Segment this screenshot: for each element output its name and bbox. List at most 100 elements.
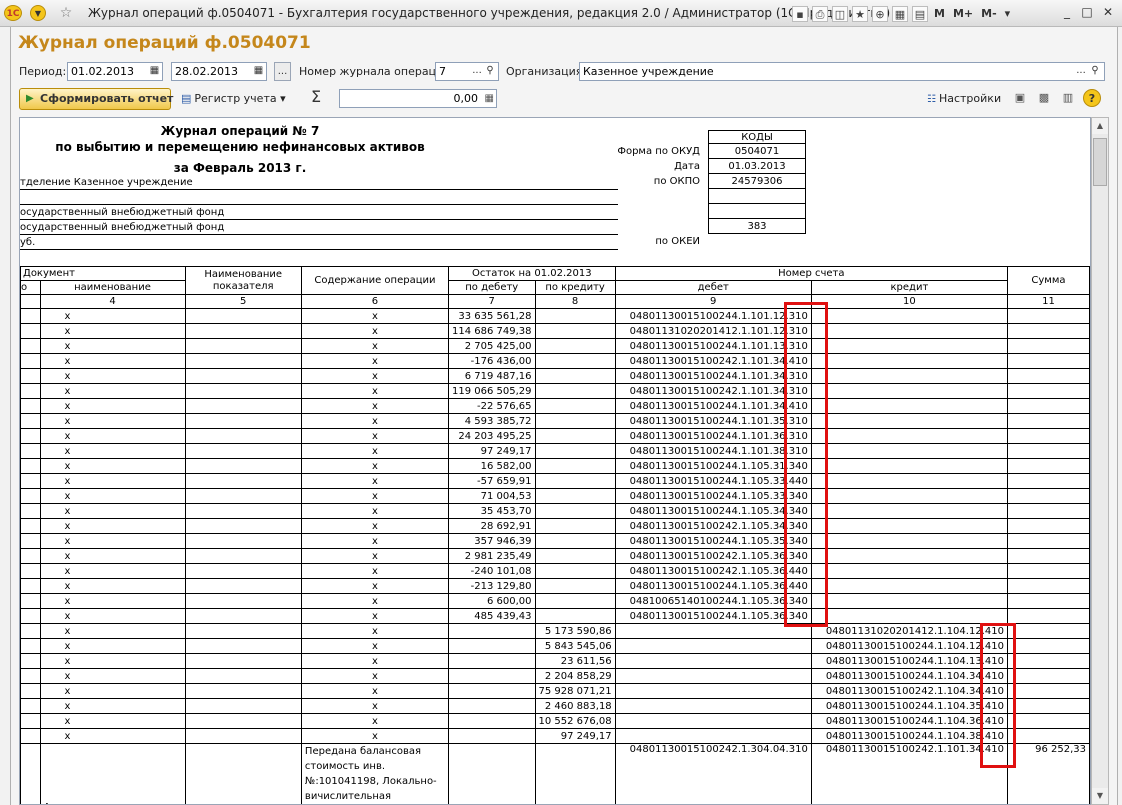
cell-balance-credit: 75 928 071,21 [534,683,616,699]
cell-doc-name: x [39,413,186,429]
scroll-up-icon[interactable]: ▲ [1092,118,1108,134]
organization-search-icon[interactable]: ⚲ [1088,62,1102,81]
toolbar-dropdown-icon[interactable]: ▾ [1003,6,1013,22]
cell-doc-name: x [39,578,186,594]
cell-doc-name: x [39,713,186,729]
table-row: x x 28 692,91 04801130015100242.1.105.34.34… [20,518,1090,534]
report-title-line2: по выбытию и перемещению нефинансовых ак… [55,140,425,154]
app-logo-icon[interactable]: 1С [4,5,22,21]
cell-indicator [184,563,302,579]
cell-account-debit: 04801130015100244.1.105.33.340 [614,488,812,504]
period-select-button[interactable]: ... [274,62,291,81]
cell-sum [1006,368,1090,384]
title-toolbar: ▪ ⎙ ◫ ★ ⊕ ▦ ▤ M M+ M- ▾ [792,5,1012,22]
print-icon[interactable]: ⎙ [812,5,828,22]
sum-field[interactable]: 0,00 ▦ [339,89,497,108]
cell-sum [1006,398,1090,414]
save-settings-icon[interactable]: ▩ [1035,89,1053,107]
sum-icon[interactable]: Σ [311,87,321,106]
cell-sum [1006,413,1090,429]
cell-doc-name: x [39,353,186,369]
cell-indicator [184,413,302,429]
report-title-line1: Журнал операций № 7 [160,124,320,138]
table-row: x x -22 576,65 04801130015100244.1.101.34.4… [20,398,1090,414]
cell-content: x [300,308,449,324]
vertical-scrollbar[interactable]: ▲ ▼ [1091,117,1109,805]
cell-doc-name: x [39,473,186,489]
cell-indicator [184,743,302,804]
main-menu-icon[interactable]: ▼ [30,5,46,21]
cell-sum [1006,323,1090,339]
date-to-calendar-icon[interactable]: ▦ [250,62,267,81]
calculator-icon[interactable]: ▦ [892,5,908,22]
scroll-thumb[interactable] [1093,138,1107,186]
table-row: x x -240 101,08 04801130015100242.1.105.36.… [20,563,1090,579]
maximize-icon[interactable]: □ [1078,4,1096,21]
cell-content: x [300,383,449,399]
cell-balance-debit [447,638,536,654]
register-label: Регистр учета [194,92,277,105]
cell-doc-name: x [39,728,186,744]
table-row: x x 357 946,39 04801130015100244.1.105.35.3… [20,533,1090,549]
settings-button[interactable]: ☷ Настройки [927,92,1001,105]
table-row: xx4 593 385,72 04801130015100244.1.101.35… [20,413,1090,429]
cell-indicator [184,638,302,654]
organization-select-button[interactable]: ... [1074,62,1088,81]
report-fund-line1: осударственный внебюджетный фонд [20,207,225,218]
cell-doc-name: x [39,698,186,714]
calendar-icon[interactable]: ▤ [912,5,928,22]
close-icon[interactable]: ✕ [1099,4,1117,21]
report-sheet[interactable]: Журнал операций № 7 по выбытию и перемещ… [19,117,1091,805]
scroll-down-icon[interactable]: ▼ [1092,788,1108,804]
form-title: Журнал операций ф.0504071 [18,33,311,53]
memory-mminus-button[interactable]: M- [979,6,999,22]
table-row: x x 33 635 561,28 04801130015100244.1.101.1… [20,308,1090,324]
col-number: 9 [614,294,812,309]
cell-balance-credit [534,353,616,369]
favorite-star-icon[interactable]: ☆ [58,5,74,21]
cell-account-credit [810,368,1008,384]
generate-report-button[interactable]: ▶ Сформировать отчет [19,88,173,110]
calculator-icon[interactable]: ▦ [485,90,494,107]
cell-account-debit [614,728,812,744]
cell-account-debit: 04801130015100242.1.105.34.340 [614,518,812,534]
date-from-calendar-icon[interactable]: ▦ [146,62,163,81]
okpo-label: по ОКПО [653,176,700,187]
cell-content: x [300,623,449,639]
save-icon[interactable]: ▪ [792,5,808,22]
cell-indicator [184,308,302,324]
memory-m-button[interactable]: M [932,6,947,22]
cell-balance-debit: 6 719 487,16 [447,368,536,384]
back-icon[interactable]: ★ [852,5,868,22]
cell-balance-debit: 485 439,43 [447,608,536,624]
cell-doc-name: x [39,548,186,564]
play-icon: ▶ [26,93,34,104]
cell-indicator [184,383,302,399]
cell-content: x [300,503,449,519]
cell-doc-name: x [39,458,186,474]
memory-mplus-button[interactable]: M+ [951,6,975,22]
options-icon[interactable]: ▥ [1059,89,1077,107]
organization-field[interactable]: Казенное учреждение [579,62,1105,81]
cell-account-credit [810,443,1008,459]
cell-balance-credit [534,323,616,339]
cell-account-debit [614,698,812,714]
journal-number-label: Номер журнала операций: [299,65,455,78]
journal-select-button[interactable]: ... [470,62,484,81]
cell-account-debit: 04801130015100244.1.105.36.340 [614,608,812,624]
cell-doc-name: x [39,638,186,654]
load-settings-icon[interactable]: ▣ [1011,89,1029,107]
cell-doc-number [20,653,41,669]
cell-doc-name: x [39,338,186,354]
register-dropdown[interactable]: ▤ Регистр учета ▾ [181,92,286,105]
minimize-icon[interactable]: _ [1058,4,1076,21]
help-icon[interactable]: ? [1083,89,1101,107]
cell-doc-number [20,578,41,594]
table-row: x x 114 686 749,38 04801131020201412.1.101.… [20,323,1090,339]
journal-search-icon[interactable]: ⚲ [483,62,497,81]
cell-account-credit [810,323,1008,339]
cell-content: x [300,563,449,579]
cell-sum [1006,353,1090,369]
preview-icon[interactable]: ◫ [832,5,848,22]
history-icon[interactable]: ⊕ [872,5,888,22]
